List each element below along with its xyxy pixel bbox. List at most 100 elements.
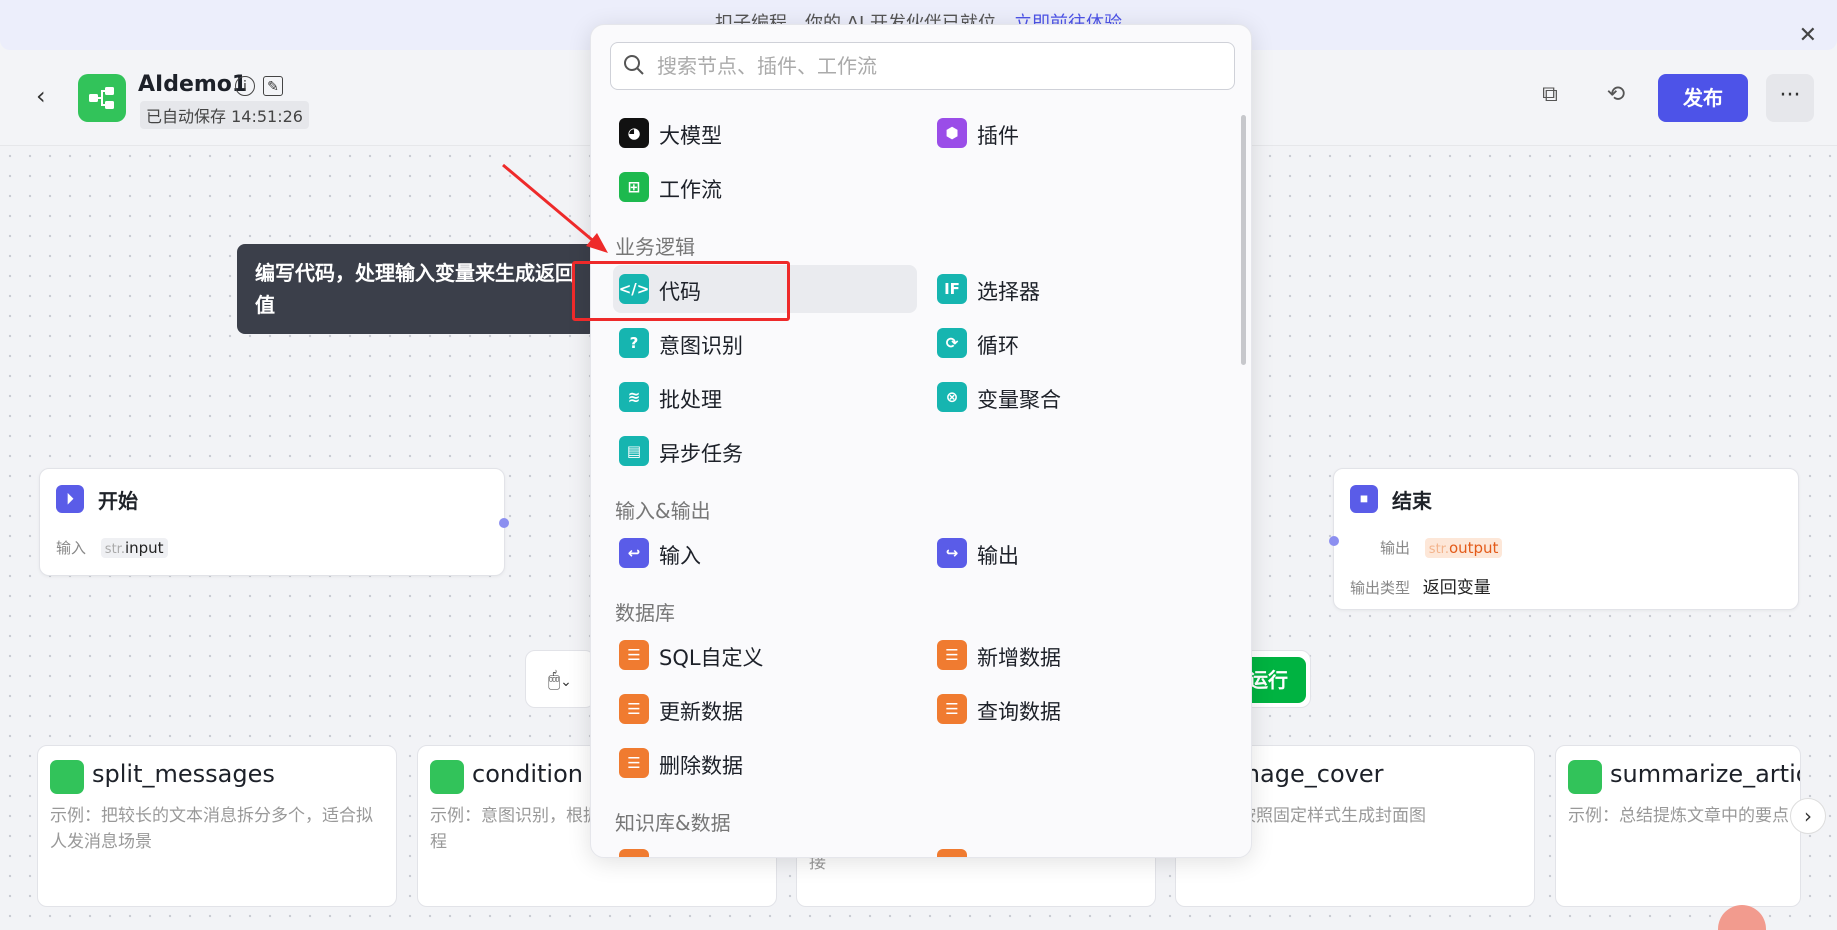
workflow-icon: ⊞	[619, 172, 649, 202]
section-label-io: 输入&输出	[615, 499, 711, 523]
picker-item-batch[interactable]: ≋ 批处理	[613, 373, 917, 421]
picker-scrollbar[interactable]	[1241, 115, 1246, 365]
item-label: 删除数据	[659, 754, 743, 778]
item-label: 异步任务	[659, 442, 743, 466]
section-label-database: 数据库	[615, 601, 675, 625]
card-title: summarize_article	[1610, 760, 1800, 788]
workflow-icon	[430, 760, 464, 794]
search-box[interactable]	[610, 42, 1235, 90]
mouse-icon: 🖱	[548, 667, 561, 691]
node-tooltip: 编写代码，处理输入变量来生成返回值	[237, 244, 607, 334]
end-icon: ⏹	[1350, 485, 1378, 513]
template-card[interactable]: split_messages 示例：把较长的文本消息拆分多个，适合拟人发消息场景	[37, 745, 397, 907]
autosave-status: 已自动保存 14:51:26	[140, 101, 309, 129]
picker-item-delete-data[interactable]: ☰ 删除数据	[613, 739, 917, 787]
end-input-port[interactable]	[1329, 536, 1339, 546]
card-description: 示例：把较长的文本消息拆分多个，适合拟人发消息场景	[50, 806, 373, 852]
picker-item-query-data[interactable]: ☰ 查询数据	[931, 685, 1235, 733]
card-title: image_cover	[1230, 760, 1384, 788]
picker-item-variable-merge[interactable]: ⊗ 变量聚合	[931, 373, 1235, 421]
item-label: 大模型	[659, 124, 722, 148]
database-update-icon: ☰	[619, 694, 649, 724]
item-label: 变量聚合	[977, 388, 1061, 412]
copy-icon[interactable]: ⧉	[1535, 80, 1565, 110]
picker-item-async-task[interactable]: ▤ 异步任务	[613, 427, 917, 475]
card-description: 示例：总结提炼文章中的要点	[1568, 806, 1789, 826]
picker-item-sql[interactable]: ☰ SQL自定义	[613, 631, 917, 679]
workflow-icon	[1568, 760, 1602, 794]
back-button[interactable]: ‹	[36, 84, 60, 108]
item-label: 查询数据	[977, 700, 1061, 724]
picker-item-workflow[interactable]: ⊞ 工作流	[613, 163, 917, 211]
database-sql-icon: ☰	[619, 640, 649, 670]
picker-item-add-data[interactable]: ☰ 新增数据	[931, 631, 1235, 679]
knowledge-icon	[937, 849, 967, 857]
picker-item-input[interactable]: ↩ 输入	[613, 529, 917, 577]
item-label: SQL自定义	[659, 646, 764, 670]
item-label: 意图识别	[659, 334, 743, 358]
start-icon: ⏵	[56, 485, 84, 513]
section-label-business-logic: 业务逻辑	[615, 235, 695, 259]
async-task-icon: ▤	[619, 436, 649, 466]
template-card[interactable]: summarize_article 示例：总结提炼文章中的要点	[1555, 745, 1801, 907]
picker-item-selector[interactable]: IF 选择器	[931, 265, 1235, 313]
picker-item-intent[interactable]: ? 意图识别	[613, 319, 917, 367]
item-label: 更新数据	[659, 700, 743, 724]
database-delete-icon: ☰	[619, 748, 649, 778]
start-node[interactable]: ⏵ 开始 输入 str.input	[39, 468, 505, 576]
publish-button[interactable]: 发布	[1658, 74, 1748, 122]
end-node-title: 结束	[1392, 489, 1432, 513]
end-node[interactable]: ⏹ 结束 输出 str.output 输出类型 返回变量	[1333, 468, 1799, 610]
item-label: 新增数据	[977, 646, 1061, 670]
item-label: 输入	[659, 544, 701, 568]
end-output-label: 输出	[1380, 539, 1411, 557]
node-picker-panel: ◕ 大模型 ⬢ 插件 ⊞ 工作流 业务逻辑 </> 代码 IF 选择器 ? 意图…	[590, 24, 1252, 858]
input-icon: ↩	[619, 538, 649, 568]
workflow-logo-icon	[78, 74, 126, 122]
database-query-icon: ☰	[937, 694, 967, 724]
database-add-icon: ☰	[937, 640, 967, 670]
picker-item-output[interactable]: ↪ 输出	[931, 529, 1235, 577]
picker-item-llm[interactable]: ◕ 大模型	[613, 109, 917, 157]
item-label: 批处理	[659, 388, 722, 412]
picker-item-update-data[interactable]: ☰ 更新数据	[613, 685, 917, 733]
picker-item-plugin[interactable]: ⬢ 插件	[931, 109, 1235, 157]
picker-item-loop[interactable]: ⟳ 循环	[931, 319, 1235, 367]
section-label-knowledge: 知识库&数据	[615, 811, 731, 835]
start-input-label: 输入	[56, 539, 87, 557]
output-icon: ↪	[937, 538, 967, 568]
card-title: split_messages	[92, 760, 275, 788]
loop-icon: ⟳	[937, 328, 967, 358]
if-icon: IF	[937, 274, 967, 304]
end-output-tag: str.output	[1424, 538, 1503, 558]
end-output-kind-value: 返回变量	[1422, 578, 1491, 598]
item-label: 工作流	[659, 178, 722, 202]
edit-icon[interactable]: ✎	[263, 76, 283, 96]
chevron-right-icon[interactable]: ›	[1790, 798, 1826, 834]
end-output-kind-label: 输出类型	[1350, 579, 1411, 597]
app-title: AIdemo1	[138, 72, 248, 97]
variable-merge-icon: ⊗	[937, 382, 967, 412]
card-title: condition	[472, 760, 583, 788]
start-output-port[interactable]	[499, 518, 509, 528]
knowledge-icon	[619, 849, 649, 857]
llm-icon: ◕	[619, 118, 649, 148]
start-input-tag: str.input	[100, 538, 168, 558]
more-options-button[interactable]: ···	[1766, 74, 1814, 122]
item-label: 循环	[977, 334, 1019, 358]
search-icon	[624, 55, 644, 75]
highlight-box	[572, 261, 790, 321]
item-label: 输出	[977, 544, 1019, 568]
item-label: 插件	[977, 124, 1019, 148]
chevron-down-icon: ⌄	[560, 674, 572, 690]
item-label: 选择器	[977, 280, 1040, 304]
workflow-icon	[50, 760, 84, 794]
interaction-mode-dropdown[interactable]: 🖱⌄	[525, 650, 595, 708]
batch-icon: ≋	[619, 382, 649, 412]
history-icon[interactable]: ⟲	[1601, 80, 1631, 110]
search-input[interactable]	[657, 43, 1217, 89]
info-icon[interactable]: i	[235, 76, 255, 96]
start-node-title: 开始	[98, 489, 138, 513]
intent-icon: ?	[619, 328, 649, 358]
plugin-icon: ⬢	[937, 118, 967, 148]
